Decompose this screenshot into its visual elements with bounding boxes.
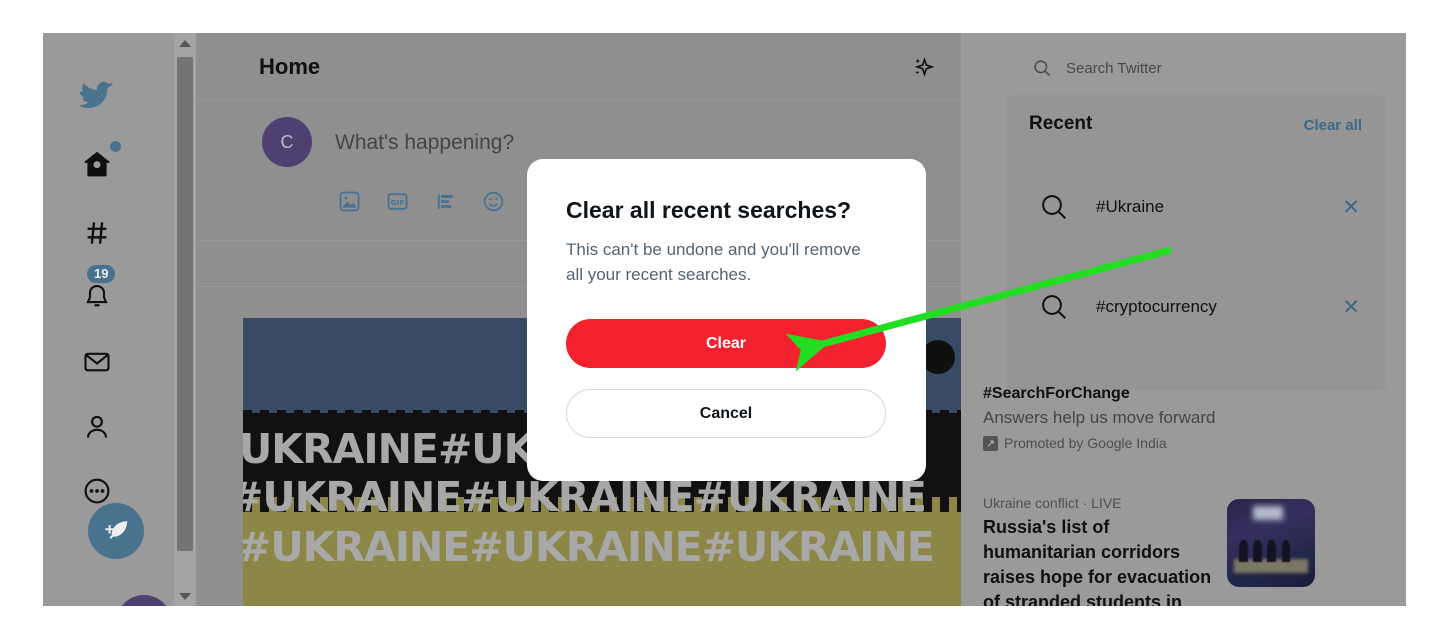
envelope-icon bbox=[84, 352, 110, 372]
promoted-by-label: Promoted by Google India bbox=[1004, 435, 1167, 451]
left-sidebar-nav: 19 bbox=[43, 33, 175, 606]
clear-all-link[interactable]: Clear all bbox=[1304, 117, 1362, 134]
recent-searches-dropdown: Recent Clear all #Ukraine ✕ #cryptocurre… bbox=[1006, 95, 1386, 390]
compose-feather-plus-icon bbox=[105, 521, 128, 539]
gif-icon[interactable]: GIF bbox=[384, 188, 410, 214]
scrollbar-down-arrow[interactable] bbox=[174, 586, 196, 606]
recent-header: Recent Clear all bbox=[1006, 95, 1386, 157]
news-trend-card[interactable]: Ukraine conflict · LIVE Russia's list of… bbox=[983, 495, 1383, 606]
right-sidebar: Search Twitter Recent Clear all #Ukraine… bbox=[961, 33, 1406, 606]
recent-title: Recent bbox=[1029, 113, 1093, 134]
media-text-line-3: #UKRAINE#UKRAINE#UKRAINE bbox=[243, 523, 935, 571]
promoted-tagline: Answers help us move forward bbox=[983, 408, 1216, 427]
news-headline: Russia's list of humanitarian corridors … bbox=[983, 517, 1212, 606]
page-scrollbar[interactable] bbox=[174, 33, 196, 606]
search-icon bbox=[1034, 292, 1074, 322]
sidebar-item-explore[interactable] bbox=[71, 207, 123, 259]
twitter-bird-icon bbox=[80, 81, 114, 109]
recent-search-item[interactable]: #Ukraine ✕ bbox=[1006, 157, 1386, 257]
composer-avatar: C bbox=[262, 117, 312, 167]
media-corner-dot bbox=[921, 340, 955, 374]
compose-tweet-button[interactable] bbox=[88, 503, 144, 559]
promoted-trend-card[interactable]: #SearchForChange Answers help us move fo… bbox=[983, 385, 1383, 451]
sparkle-icon[interactable] bbox=[903, 49, 941, 87]
account-avatar[interactable] bbox=[116, 595, 172, 606]
close-x-icon[interactable]: ✕ bbox=[1342, 297, 1360, 318]
search-icon bbox=[1034, 192, 1074, 222]
news-thumbnail bbox=[1227, 499, 1315, 587]
news-kicker: Ukraine conflict · LIVE bbox=[983, 495, 1122, 511]
confirm-clear-button[interactable]: Clear bbox=[566, 319, 886, 368]
dialog-title: Clear all recent searches? bbox=[566, 197, 852, 223]
page-title: Home bbox=[259, 54, 321, 79]
bell-icon bbox=[86, 284, 108, 307]
cancel-button[interactable]: Cancel bbox=[566, 389, 886, 438]
home-unread-dot bbox=[110, 141, 121, 152]
dialog-body-text: This can't be undone and you'll remove a… bbox=[566, 240, 861, 284]
media-icon[interactable] bbox=[336, 188, 362, 214]
timeline-header: Home bbox=[196, 33, 961, 101]
scrollbar-thumb[interactable] bbox=[177, 57, 193, 551]
recent-query-text: #cryptocurrency bbox=[1096, 297, 1217, 316]
search-input[interactable]: Search Twitter bbox=[1012, 46, 1379, 90]
promoted-hashtag: #SearchForChange bbox=[983, 385, 1130, 402]
poll-icon[interactable] bbox=[432, 188, 458, 214]
composer-placeholder[interactable]: What's happening? bbox=[335, 131, 514, 155]
emoji-icon[interactable] bbox=[480, 188, 506, 214]
recent-search-item[interactable]: #cryptocurrency ✕ bbox=[1006, 257, 1386, 357]
promoted-by-row: ↗ Promoted by Google India bbox=[983, 435, 1383, 451]
close-x-icon[interactable]: ✕ bbox=[1342, 197, 1360, 218]
recent-query-text: #Ukraine bbox=[1096, 197, 1165, 216]
clear-searches-dialog: Clear all recent searches? This can't be… bbox=[527, 159, 926, 481]
svg-text:GIF: GIF bbox=[390, 197, 404, 206]
external-arrow-icon: ↗ bbox=[983, 435, 998, 451]
home-icon bbox=[84, 151, 110, 177]
sidebar-item-notifications[interactable]: 19 bbox=[71, 265, 123, 323]
scrollbar-up-arrow[interactable] bbox=[174, 33, 196, 53]
sidebar-item-twitter-logo[interactable] bbox=[71, 69, 123, 121]
notifications-badge: 19 bbox=[87, 265, 116, 283]
twitter-app-window: 19 Home C What's happening? GIF #UKRAINE… bbox=[43, 33, 1406, 606]
hashtag-icon bbox=[87, 222, 107, 244]
search-placeholder: Search Twitter bbox=[1066, 59, 1162, 77]
search-icon bbox=[1034, 60, 1051, 77]
more-dots-icon bbox=[84, 478, 110, 504]
sidebar-item-profile[interactable] bbox=[71, 401, 123, 453]
sidebar-item-home[interactable] bbox=[71, 138, 123, 190]
person-icon bbox=[86, 415, 108, 438]
sidebar-item-messages[interactable] bbox=[71, 336, 123, 388]
